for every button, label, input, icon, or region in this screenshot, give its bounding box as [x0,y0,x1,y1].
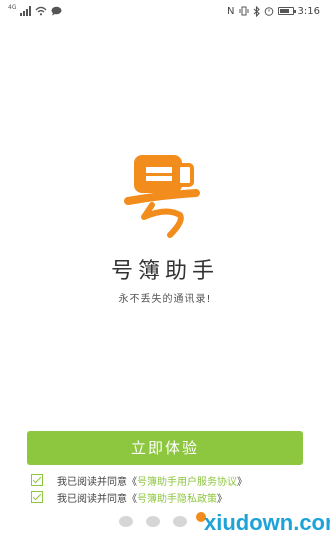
pager-dot[interactable] [119,516,133,527]
status-right: N 3:16 [227,4,320,18]
pager-dots [119,516,187,527]
clock: 3:16 [297,5,320,17]
wifi-icon [36,6,47,16]
chat-icon [51,6,62,16]
user-service-agreement-link[interactable]: 号簿助手用户服务协议 [137,473,237,488]
app-logo-icon [124,155,200,238]
status-left: 4G [8,3,62,17]
vibrate-icon [239,6,249,16]
bluetooth-icon [253,5,260,17]
alarm-icon [264,7,273,16]
battery-icon [277,7,296,15]
network-type-label: 4G [8,3,17,11]
agreement-prefix: 我已阅读并同意《 [57,493,137,505]
privacy-policy-checkbox[interactable] [31,491,43,503]
agreement-suffix: 》 [217,493,227,505]
pager-dot[interactable] [173,516,187,527]
privacy-policy-link[interactable]: 号簿助手隐私政策 [137,490,217,505]
agreement-prefix: 我已阅读并同意《 [57,476,137,488]
nfc-icon: N [227,5,235,17]
agreement-row-privacy: 我已阅读并同意《 号簿助手隐私政策 》 [31,490,227,505]
agreement-row-user-service: 我已阅读并同意《 号簿助手用户服务协议 》 [31,473,247,488]
app-slogan: 永不丢失的通讯录! [118,294,212,305]
start-experience-button[interactable]: 立即体验 [27,431,303,465]
app-name: 号簿助手 [110,259,219,284]
pager-dot[interactable] [146,516,160,527]
agreement-suffix: 》 [237,476,247,488]
watermark: xiudown.com [204,510,330,535]
signal-icon [20,6,32,16]
status-bar: 4G N 3:16 [0,0,330,22]
user-service-checkbox[interactable] [31,474,43,486]
